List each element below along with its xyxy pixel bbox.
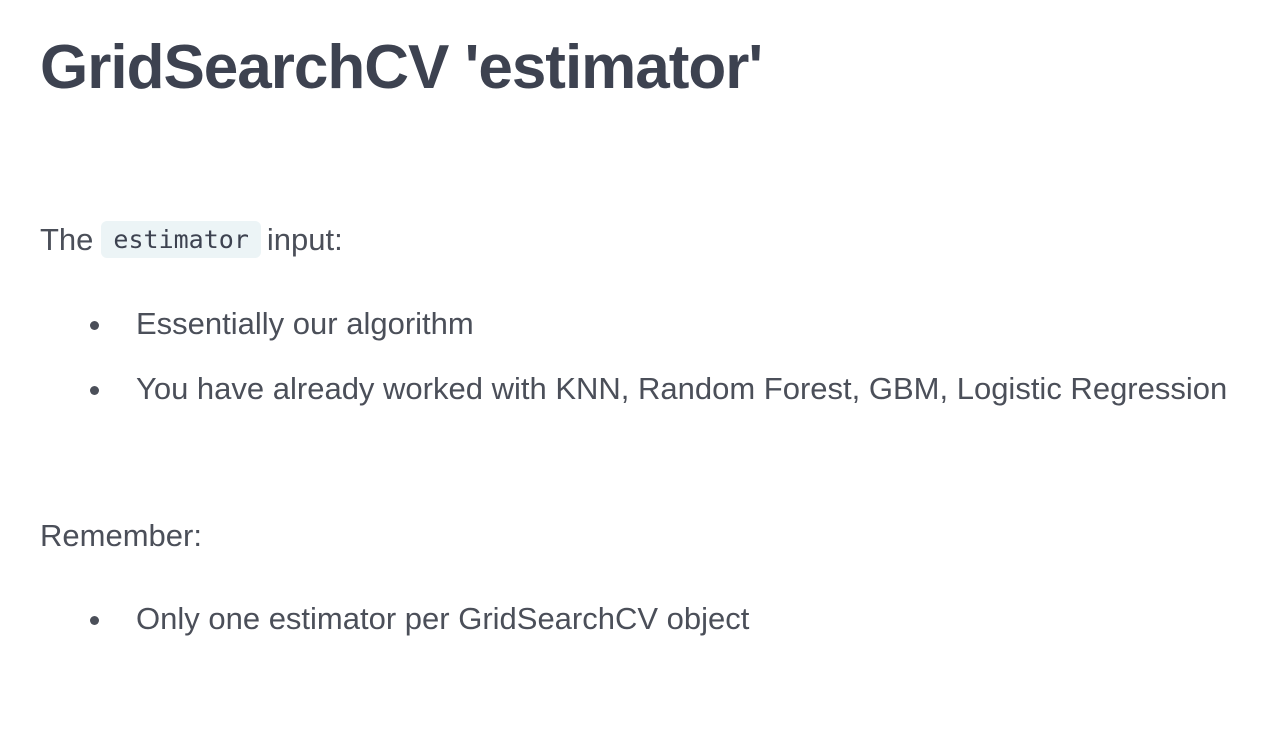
intro-text-before: The <box>40 222 94 257</box>
bullet-dot-icon <box>90 386 99 395</box>
list-item: You have already worked with KNN, Random… <box>40 367 1227 411</box>
intro-bullet-list: Essentially our algorithm You have alrea… <box>40 302 1227 432</box>
bullet-dot-icon <box>90 321 99 330</box>
remember-label: Remember: <box>40 518 202 553</box>
bullet-text: You have already worked with KNN, Random… <box>136 371 1228 406</box>
slide: GridSearchCV 'estimator' The estimator inp… <box>0 0 1269 730</box>
list-item: Only one estimator per GridSearchCV obje… <box>40 597 749 641</box>
intro-paragraph: The estimator input: <box>40 218 343 262</box>
list-item: Essentially our algorithm <box>40 302 1227 346</box>
bullet-text: Essentially our algorithm <box>136 306 474 341</box>
remember-bullet-list: Only one estimator per GridSearchCV obje… <box>40 597 749 662</box>
inline-code-estimator: estimator <box>101 221 261 258</box>
slide-title: GridSearchCV 'estimator' <box>40 33 763 102</box>
bullet-text: Only one estimator per GridSearchCV obje… <box>136 601 750 636</box>
intro-text-after: input: <box>266 222 343 257</box>
bullet-dot-icon <box>90 616 99 625</box>
